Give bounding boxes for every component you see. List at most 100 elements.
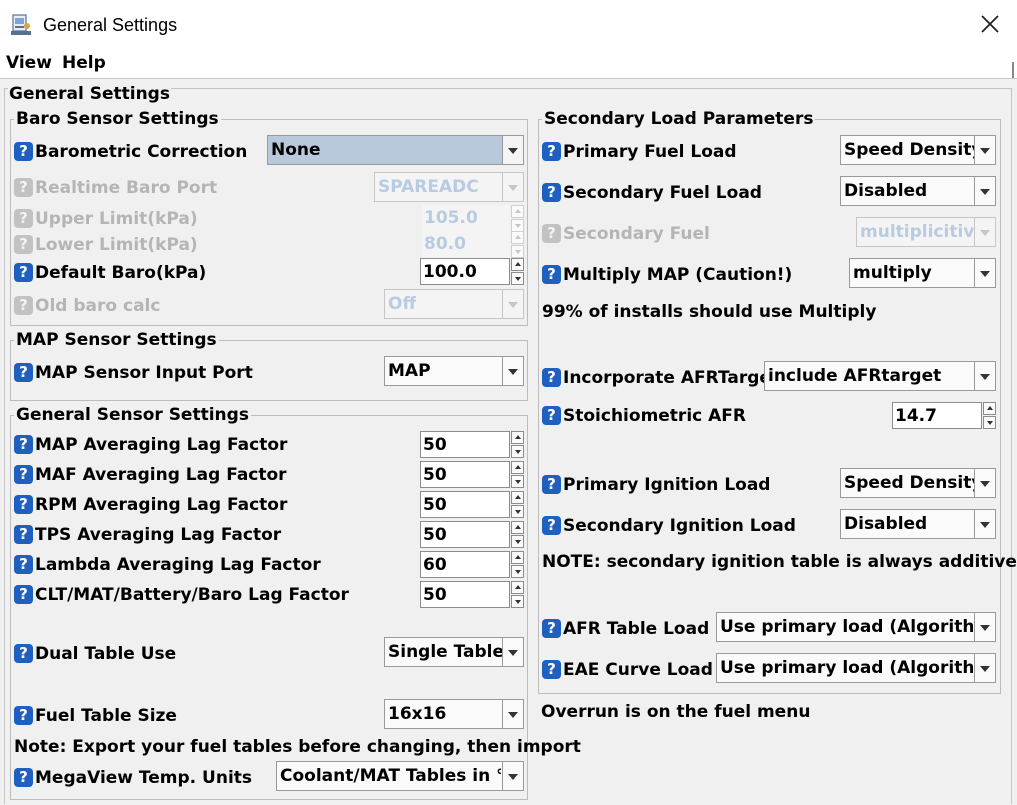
- help-icon[interactable]: ?: [14, 644, 33, 663]
- help-icon[interactable]: ?: [542, 368, 561, 387]
- rpm-lag-spinner[interactable]: 50: [420, 491, 524, 518]
- dual-table-use-label: Dual Table Use: [35, 644, 177, 664]
- help-icon[interactable]: ?: [542, 142, 561, 161]
- spin-up-icon[interactable]: [511, 461, 524, 474]
- help-icon: ?: [14, 296, 33, 315]
- primary-fuel-load-select[interactable]: Speed Density: [840, 135, 996, 165]
- lambda-lag-spinner[interactable]: 60: [420, 551, 524, 578]
- clt-mat-lag-spinner[interactable]: 50: [420, 581, 524, 608]
- spin-up-icon[interactable]: [511, 581, 524, 594]
- help-icon[interactable]: ?: [14, 555, 33, 574]
- old-baro-calc-select: Off: [384, 289, 524, 319]
- help-icon[interactable]: ?: [542, 183, 561, 202]
- spin-up-icon[interactable]: [511, 521, 524, 534]
- spin-down-icon[interactable]: [983, 416, 996, 429]
- multiply-map-select[interactable]: multiply: [849, 258, 996, 288]
- chevron-down-icon[interactable]: [502, 357, 523, 385]
- spin-up-icon[interactable]: [511, 258, 524, 271]
- menu-view[interactable]: View: [6, 53, 52, 73]
- rpm-lag-value[interactable]: 50: [423, 495, 447, 515]
- chevron-down-icon[interactable]: [974, 510, 995, 538]
- default-baro-value[interactable]: 100.0: [423, 262, 477, 282]
- help-icon[interactable]: ?: [542, 475, 561, 494]
- spin-up-icon[interactable]: [511, 491, 524, 504]
- multiply-map-value: multiply: [853, 263, 932, 283]
- map-sensor-title: MAP Sensor Settings: [14, 330, 219, 350]
- afr-table-load-select[interactable]: Use primary load (Algorithm): [716, 612, 996, 642]
- spin-down-icon[interactable]: [511, 272, 524, 285]
- tps-lag-spinner[interactable]: 50: [420, 521, 524, 548]
- chevron-down-icon[interactable]: [974, 177, 995, 205]
- lambda-lag-value[interactable]: 60: [423, 555, 447, 575]
- help-icon[interactable]: ?: [14, 363, 33, 382]
- chevron-down-icon[interactable]: [502, 638, 523, 666]
- spin-down-icon[interactable]: [511, 475, 524, 488]
- app-icon: [11, 14, 31, 35]
- megaview-temp-units-select[interactable]: Coolant/MAT Tables in °F: [276, 761, 524, 791]
- map-lag-spinner[interactable]: 50: [420, 431, 524, 458]
- barometric-correction-select[interactable]: None: [267, 135, 524, 165]
- spin-up-icon[interactable]: [983, 402, 996, 415]
- help-icon[interactable]: ?: [14, 768, 33, 787]
- chevron-down-icon[interactable]: [502, 136, 523, 164]
- maf-lag-spinner[interactable]: 50: [420, 461, 524, 488]
- clt-mat-lag-value[interactable]: 50: [423, 585, 447, 605]
- primary-ignition-load-select[interactable]: Speed Density: [840, 468, 996, 498]
- chevron-down-icon[interactable]: [502, 700, 523, 728]
- help-icon[interactable]: ?: [14, 495, 33, 514]
- secondary-ignition-load-select[interactable]: Disabled: [840, 509, 996, 539]
- spin-down-icon[interactable]: [511, 565, 524, 578]
- primary-fuel-load-label: Primary Fuel Load: [563, 142, 737, 162]
- maf-lag-value[interactable]: 50: [423, 465, 447, 485]
- chevron-down-icon[interactable]: [974, 136, 995, 164]
- eae-curve-load-value: Use primary load (Algorithm): [720, 658, 973, 678]
- help-icon[interactable]: ?: [14, 525, 33, 544]
- close-icon[interactable]: [978, 12, 1002, 36]
- chevron-down-icon[interactable]: [502, 762, 523, 790]
- overrun-note: Overrun is on the fuel menu: [541, 702, 811, 722]
- help-icon[interactable]: ?: [542, 406, 561, 425]
- chevron-down-icon[interactable]: [974, 259, 995, 287]
- spin-down-icon[interactable]: [511, 595, 524, 608]
- chevron-down-icon[interactable]: [974, 613, 995, 641]
- help-icon[interactable]: ?: [14, 142, 33, 161]
- spin-up-icon[interactable]: [511, 551, 524, 564]
- megaview-temp-units-label: MegaView Temp. Units: [35, 768, 253, 788]
- megaview-temp-units-value: Coolant/MAT Tables in °F: [280, 766, 501, 786]
- chevron-down-icon[interactable]: [974, 362, 995, 390]
- help-icon[interactable]: ?: [14, 435, 33, 454]
- spin-down-icon[interactable]: [511, 535, 524, 548]
- default-baro-spinner[interactable]: 100.0: [420, 258, 524, 285]
- chevron-down-icon[interactable]: [974, 469, 995, 497]
- help-icon[interactable]: ?: [14, 263, 33, 282]
- map-lag-value[interactable]: 50: [423, 435, 447, 455]
- dual-table-use-value: Single Table: [388, 642, 505, 662]
- spin-down-icon[interactable]: [511, 445, 524, 458]
- lower-limit-spinner: 80.0: [422, 231, 524, 258]
- eae-curve-load-select[interactable]: Use primary load (Algorithm): [716, 653, 996, 683]
- help-icon[interactable]: ?: [542, 619, 561, 638]
- chevron-down-icon[interactable]: [974, 654, 995, 682]
- realtime-baro-port-label: Realtime Baro Port: [35, 178, 218, 198]
- secondary-fuel-load-select[interactable]: Disabled: [840, 176, 996, 206]
- help-icon[interactable]: ?: [14, 706, 33, 725]
- incorporate-afrtarget-label: Incorporate AFRTarget: [563, 368, 780, 388]
- fuel-table-size-select[interactable]: 16x16: [384, 699, 524, 729]
- help-icon[interactable]: ?: [14, 585, 33, 604]
- incorporate-afrtarget-select[interactable]: include AFRtarget: [764, 361, 996, 391]
- stoich-afr-spinner[interactable]: 14.7: [892, 402, 996, 429]
- help-icon[interactable]: ?: [542, 660, 561, 679]
- multiply-note: 99% of installs should use Multiply: [542, 302, 877, 322]
- map-input-port-select[interactable]: MAP: [384, 356, 524, 386]
- old-baro-calc-value: Off: [388, 294, 417, 314]
- help-icon[interactable]: ?: [542, 265, 561, 284]
- menu-help[interactable]: Help: [62, 53, 106, 73]
- spin-down-icon[interactable]: [511, 505, 524, 518]
- tps-lag-value[interactable]: 50: [423, 525, 447, 545]
- map-input-port-label: MAP Sensor Input Port: [35, 363, 253, 383]
- stoich-afr-value[interactable]: 14.7: [895, 406, 937, 426]
- help-icon[interactable]: ?: [14, 465, 33, 484]
- dual-table-use-select[interactable]: Single Table: [384, 637, 524, 667]
- help-icon[interactable]: ?: [542, 516, 561, 535]
- spin-up-icon[interactable]: [511, 431, 524, 444]
